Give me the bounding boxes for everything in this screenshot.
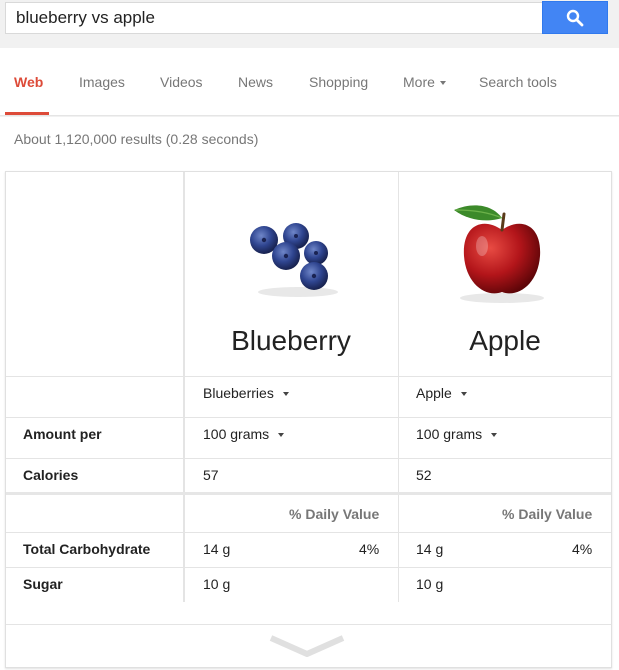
- tab-more[interactable]: More: [403, 74, 446, 90]
- nutrition-comparison-card: Blueberry Apple Blueberries Apple Amount…: [5, 171, 612, 668]
- blueberry-carb-daily-value: 4%: [359, 541, 380, 557]
- food-name-apple: Apple: [469, 325, 541, 356]
- search-icon: [566, 9, 584, 26]
- row-label-amount-per: Amount per: [23, 426, 102, 442]
- apple-variety-dropdown[interactable]: Apple: [416, 385, 467, 401]
- food-name-blueberry: Blueberry: [231, 325, 351, 356]
- search-bar: [0, 0, 619, 48]
- expand-chevron-icon[interactable]: [268, 634, 346, 660]
- daily-value-header: % Daily Value: [502, 506, 593, 522]
- row-divider: [6, 532, 611, 533]
- blueberry-variety-label: Blueberries: [203, 385, 274, 401]
- row-divider: [6, 624, 611, 625]
- row-label-sugar: Sugar: [23, 576, 63, 592]
- results-area: About 1,120,000 results (0.28 seconds) B…: [0, 117, 619, 670]
- tab-shopping[interactable]: Shopping: [309, 74, 368, 90]
- row-divider: [6, 458, 611, 459]
- row-divider: [6, 492, 611, 495]
- row-divider: [6, 567, 611, 568]
- apple-image: [454, 205, 544, 303]
- row-label-total-carbohydrate: Total Carbohydrate: [23, 541, 151, 557]
- tab-news[interactable]: News: [238, 74, 273, 90]
- tab-images[interactable]: Images: [79, 74, 125, 90]
- tab-videos[interactable]: Videos: [160, 74, 203, 90]
- chevron-down-icon: [282, 392, 289, 397]
- apple-amount-dropdown[interactable]: 100 grams: [416, 426, 498, 442]
- daily-value-header: % Daily Value: [289, 506, 380, 522]
- apple-sugar: 10 g: [416, 576, 444, 592]
- tab-web[interactable]: Web: [14, 74, 43, 90]
- search-button[interactable]: [542, 1, 608, 34]
- blueberry-variety-dropdown[interactable]: Blueberries: [203, 385, 289, 401]
- blueberry-image: [250, 223, 338, 297]
- blueberry-amount-dropdown[interactable]: 100 grams: [203, 426, 285, 442]
- chevron-down-icon: [439, 81, 446, 86]
- tab-more-label: More: [403, 74, 435, 90]
- active-tab-indicator: [5, 112, 49, 115]
- search-tabs: Web Images Videos News Shopping More Sea…: [0, 48, 619, 116]
- apple-carb-amount: 14 g: [416, 541, 444, 557]
- blueberry-amount-label: 100 grams: [203, 426, 270, 442]
- row-divider: [6, 376, 611, 377]
- column-divider: [183, 172, 185, 602]
- search-input[interactable]: [5, 2, 542, 34]
- result-stats: About 1,120,000 results (0.28 seconds): [14, 131, 259, 147]
- apple-carb-daily-value: 4%: [572, 541, 593, 557]
- blueberry-calories: 57: [203, 467, 219, 483]
- apple-variety-label: Apple: [416, 385, 452, 401]
- apple-amount-label: 100 grams: [416, 426, 483, 442]
- blueberry-sugar: 10 g: [203, 576, 231, 592]
- row-divider: [6, 417, 611, 418]
- chevron-down-icon: [278, 433, 285, 438]
- row-label-calories: Calories: [23, 467, 79, 483]
- column-divider: [398, 172, 399, 602]
- blueberry-carb-amount: 14 g: [203, 541, 231, 557]
- chevron-down-icon: [460, 392, 467, 397]
- tab-search-tools[interactable]: Search tools: [479, 74, 557, 90]
- chevron-down-icon: [491, 433, 498, 438]
- apple-calories: 52: [416, 467, 432, 483]
